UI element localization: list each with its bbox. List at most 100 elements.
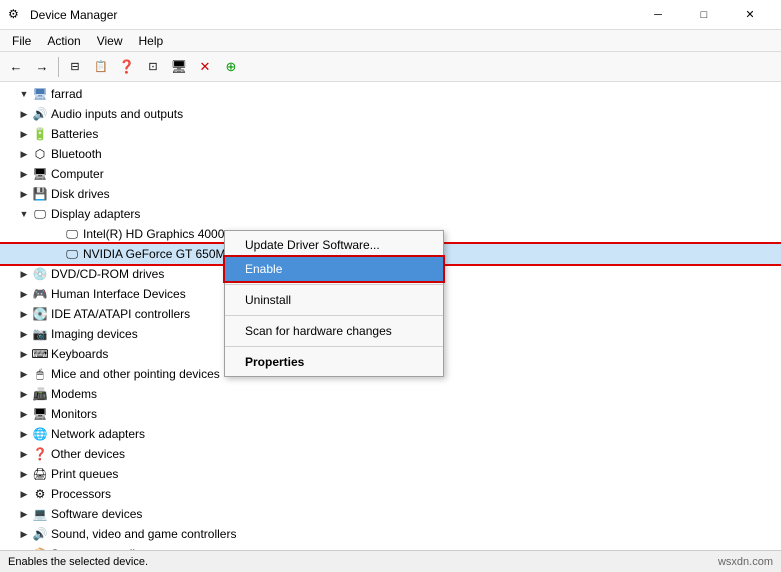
minimize-button[interactable]: ─ (635, 5, 681, 25)
title-bar-controls: ─ □ ✕ (635, 5, 773, 25)
tree-icon-bluetooth: ⬡ (32, 146, 48, 162)
tree-label-intel: Intel(R) HD Graphics 4000 (83, 227, 224, 241)
tree-item-monitors[interactable]: ▶🖥Monitors (0, 404, 781, 424)
update-driver-toolbar-button[interactable]: 📋 (89, 55, 113, 79)
ctx-separator (225, 284, 443, 285)
tree-label-ide: IDE ATA/ATAPI controllers (51, 307, 190, 321)
tree-chevron-batteries: ▶ (16, 126, 32, 142)
uninstall-toolbar-button[interactable]: ✕ (193, 55, 217, 79)
tree-icon-software: 💻 (32, 506, 48, 522)
tree-label-processors: Processors (51, 487, 111, 501)
title-bar-left: ⚙ Device Manager (8, 7, 117, 23)
tree-icon-audio: 🔊 (32, 106, 48, 122)
tree-chevron-ide: ▶ (16, 306, 32, 322)
ctx-separator (225, 346, 443, 347)
tree-label-storage: Storage controllers (51, 547, 152, 550)
context-menu: Update Driver Software...Enable Uninstall… (224, 230, 444, 377)
tree-label-display: Display adapters (51, 207, 140, 221)
tree-chevron-keyboards: ▶ (16, 346, 32, 362)
tree-chevron-mice: ▶ (16, 366, 32, 382)
forward-button[interactable]: → (30, 55, 54, 79)
menu-item-action[interactable]: Action (39, 32, 88, 50)
tree-chevron-imaging: ▶ (16, 326, 32, 342)
menu-bar: FileActionViewHelp (0, 30, 781, 52)
tree-item-display[interactable]: ▼🖵Display adapters (0, 204, 781, 224)
tree-chevron-intel (48, 226, 64, 242)
tree-label-computer: Computer (51, 167, 104, 181)
device-tree-panel[interactable]: ▼ 🖥 farrad ▶🔊Audio inputs and outputs▶🔋B… (0, 82, 781, 550)
scan-hardware-toolbar-button[interactable]: ⊕ (219, 55, 243, 79)
tree-item-software[interactable]: ▶💻Software devices (0, 504, 781, 524)
toolbar-separator-1 (58, 57, 59, 77)
tree-icon-sound: 🔊 (32, 526, 48, 542)
tree-icon-modems: 📠 (32, 386, 48, 402)
tree-icon-processors: ⚙ (32, 486, 48, 502)
tree-chevron-bluetooth: ▶ (16, 146, 32, 162)
tree-chevron-computer: ▶ (16, 166, 32, 182)
tree-icon-computer: 🖥 (32, 166, 48, 182)
ctx-item-enable[interactable]: Enable (225, 257, 443, 281)
tree-icon-ide: 💽 (32, 306, 48, 322)
tree-label-batteries: Batteries (51, 127, 98, 141)
show-device-toolbar-button[interactable]: 🖥 (167, 55, 191, 79)
tree-icon-keyboards: ⌨ (32, 346, 48, 362)
tree-chevron-nvidia (48, 246, 64, 262)
maximize-button[interactable]: □ (681, 5, 727, 25)
tree-item-network[interactable]: ▶🌐Network adapters (0, 424, 781, 444)
tree-icon-mice: 🖱 (32, 366, 48, 382)
tree-chevron-print: ▶ (16, 466, 32, 482)
ctx-item-update-driver[interactable]: Update Driver Software... (225, 233, 443, 257)
tree-item-batteries[interactable]: ▶🔋Batteries (0, 124, 781, 144)
tree-chevron-disk: ▶ (16, 186, 32, 202)
device-properties-toolbar-button[interactable]: ⊡ (141, 55, 165, 79)
tree-item-computer[interactable]: ▶🖥Computer (0, 164, 781, 184)
tree-item-modems[interactable]: ▶📠Modems (0, 384, 781, 404)
tree-chevron-processors: ▶ (16, 486, 32, 502)
ctx-item-properties[interactable]: Properties (225, 350, 443, 374)
tree-chevron-dvd: ▶ (16, 266, 32, 282)
toolbar: ← → ⊟ 📋 ❓ ⊡ 🖥 ✕ ⊕ (0, 52, 781, 82)
tree-chevron-other: ▶ (16, 446, 32, 462)
tree-item-processors[interactable]: ▶⚙Processors (0, 484, 781, 504)
tree-item-other[interactable]: ▶❓Other devices (0, 444, 781, 464)
tree-item-audio[interactable]: ▶🔊Audio inputs and outputs (0, 104, 781, 124)
help-toolbar-button[interactable]: ❓ (115, 55, 139, 79)
tree-chevron-sound: ▶ (16, 526, 32, 542)
menu-item-help[interactable]: Help (131, 32, 172, 50)
tree-label-bluetooth: Bluetooth (51, 147, 102, 161)
back-button[interactable]: ← (4, 55, 28, 79)
tree-label-network: Network adapters (51, 427, 145, 441)
tree-chevron-software: ▶ (16, 506, 32, 522)
tree-chevron-audio: ▶ (16, 106, 32, 122)
ctx-item-scan[interactable]: Scan for hardware changes (225, 319, 443, 343)
tree-icon-other: ❓ (32, 446, 48, 462)
app-icon: ⚙ (8, 7, 24, 23)
tree-icon-hid: 🎮 (32, 286, 48, 302)
tree-item-storage[interactable]: ▶📦Storage controllers (0, 544, 781, 550)
tree-icon-monitors: 🖥 (32, 406, 48, 422)
properties-toolbar-button[interactable]: ⊟ (63, 55, 87, 79)
tree-icon-imaging: 📷 (32, 326, 48, 342)
tree-icon-dvd: 💿 (32, 266, 48, 282)
tree-chevron-storage: ▶ (16, 546, 32, 550)
tree-item-bluetooth[interactable]: ▶⬡Bluetooth (0, 144, 781, 164)
tree-chevron-hid: ▶ (16, 286, 32, 302)
tree-icon-storage: 📦 (32, 546, 48, 550)
tree-label-print: Print queues (51, 467, 118, 481)
tree-item-sound[interactable]: ▶🔊Sound, video and game controllers (0, 524, 781, 544)
tree-item-disk[interactable]: ▶💾Disk drives (0, 184, 781, 204)
tree-label-keyboards: Keyboards (51, 347, 108, 361)
tree-chevron-modems: ▶ (16, 386, 32, 402)
menu-item-file[interactable]: File (4, 32, 39, 50)
tree-label-sound: Sound, video and game controllers (51, 527, 236, 541)
tree-label-monitors: Monitors (51, 407, 97, 421)
tree-item-print[interactable]: ▶🖨Print queues (0, 464, 781, 484)
tree-root[interactable]: ▼ 🖥 farrad (0, 84, 781, 104)
tree-label-audio: Audio inputs and outputs (51, 107, 183, 121)
menu-item-view[interactable]: View (89, 32, 131, 50)
tree-chevron-network: ▶ (16, 426, 32, 442)
close-button[interactable]: ✕ (727, 5, 773, 25)
ctx-item-uninstall[interactable]: Uninstall (225, 288, 443, 312)
tree-label-hid: Human Interface Devices (51, 287, 186, 301)
root-label: farrad (51, 87, 82, 101)
